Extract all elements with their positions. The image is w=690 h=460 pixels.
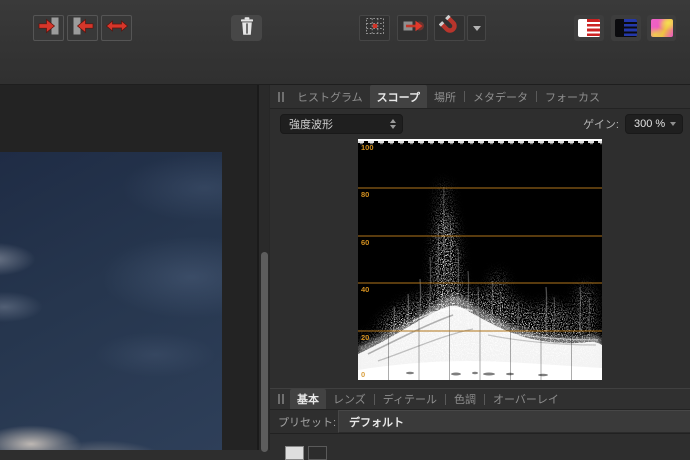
tab-separator	[484, 394, 485, 405]
waveform-mode-value: 強度波形	[289, 116, 390, 132]
tab-metadata[interactable]: メタデータ	[466, 85, 535, 108]
white-balance-swatch[interactable]	[285, 446, 304, 460]
gain-label: ゲイン:	[583, 116, 619, 132]
delete-button[interactable]	[231, 15, 262, 41]
panel-drag-grip-icon[interactable]	[278, 85, 284, 108]
expand-horizontal-icon	[105, 17, 129, 40]
svg-text:80: 80	[361, 190, 369, 199]
tab-histogram[interactable]: ヒストグラム	[290, 85, 370, 108]
tab-basic[interactable]: 基本	[290, 389, 326, 409]
svg-text:20: 20	[361, 333, 369, 342]
tab-focus[interactable]: フォーカス	[538, 85, 607, 108]
grid-overlay-button[interactable]	[359, 15, 390, 41]
tab-location[interactable]: 場所	[427, 85, 463, 108]
panel-scrollbar-track[interactable]	[259, 85, 270, 450]
highlight-clipping-icon	[578, 19, 600, 37]
image-viewer	[0, 85, 257, 450]
expand-horizontal-button[interactable]	[101, 15, 132, 41]
tab-separator	[374, 394, 375, 405]
panel-scrollbar-thumb[interactable]	[261, 252, 268, 452]
magnet-icon	[439, 15, 461, 42]
preset-row: プリセット: デフォルト	[270, 410, 690, 434]
slide-in-right-icon	[37, 17, 61, 40]
magnet-snap-button[interactable]	[434, 15, 465, 41]
panel-drag-grip-icon[interactable]	[278, 389, 284, 409]
preset-label: プリセット:	[278, 410, 336, 433]
tab-separator	[445, 394, 446, 405]
tab-detail[interactable]: ディテール	[376, 389, 444, 409]
tab-separator	[464, 91, 465, 102]
top-toolbar	[0, 0, 690, 85]
waveform-scope: 100 80 60 40 20 0	[358, 139, 602, 380]
snap-arrow-button[interactable]	[397, 15, 428, 41]
tab-separator	[536, 91, 537, 102]
trash-icon	[240, 17, 254, 40]
eyedropper-well[interactable]	[308, 446, 327, 460]
highlight-clipping-button[interactable]	[574, 15, 604, 41]
slide-in-left-button[interactable]	[67, 15, 98, 41]
right-panel: ヒストグラム スコープ 場所 メタデータ フォーカス 強度波形 ゲイン: 300…	[270, 85, 690, 450]
adjust-panel-tabbar: 基本 レンズ ディテール 色調 オーバーレイ	[270, 388, 690, 410]
shadow-clipping-icon	[615, 19, 637, 37]
gain-select[interactable]: 300 %	[625, 114, 683, 134]
slide-in-right-button[interactable]	[33, 15, 64, 41]
dropdown-arrow-icon	[473, 26, 481, 31]
snap-options-dropdown-button[interactable]	[467, 15, 486, 41]
tab-tone[interactable]: 色調	[447, 389, 483, 409]
shadow-clipping-button[interactable]	[611, 15, 641, 41]
stepper-icon	[390, 119, 396, 129]
svg-text:0: 0	[361, 370, 365, 379]
svg-text:40: 40	[361, 285, 369, 294]
preset-select[interactable]: デフォルト	[338, 410, 690, 433]
waveform-mode-select[interactable]: 強度波形	[280, 114, 403, 134]
svg-text:100: 100	[361, 143, 374, 152]
false-color-button[interactable]	[647, 15, 676, 41]
waveform-display: 100 80 60 40 20 0	[358, 139, 602, 380]
photo-canvas[interactable]	[0, 152, 222, 450]
preset-value: デフォルト	[349, 414, 404, 430]
grid-overlay-icon	[365, 16, 385, 41]
tab-lens[interactable]: レンズ	[326, 389, 373, 409]
scope-controls: 強度波形 ゲイン: 300 %	[270, 109, 690, 139]
false-color-icon	[651, 19, 673, 37]
tab-overlay[interactable]: オーバーレイ	[486, 389, 566, 409]
svg-text:60: 60	[361, 238, 369, 247]
scope-panel-tabbar: ヒストグラム スコープ 場所 メタデータ フォーカス	[270, 85, 690, 109]
tab-scope[interactable]: スコープ	[370, 85, 427, 108]
snap-arrow-icon	[402, 17, 424, 40]
slide-in-left-icon	[71, 17, 95, 40]
gain-value: 300 %	[634, 118, 665, 130]
chevron-down-icon	[670, 122, 676, 126]
